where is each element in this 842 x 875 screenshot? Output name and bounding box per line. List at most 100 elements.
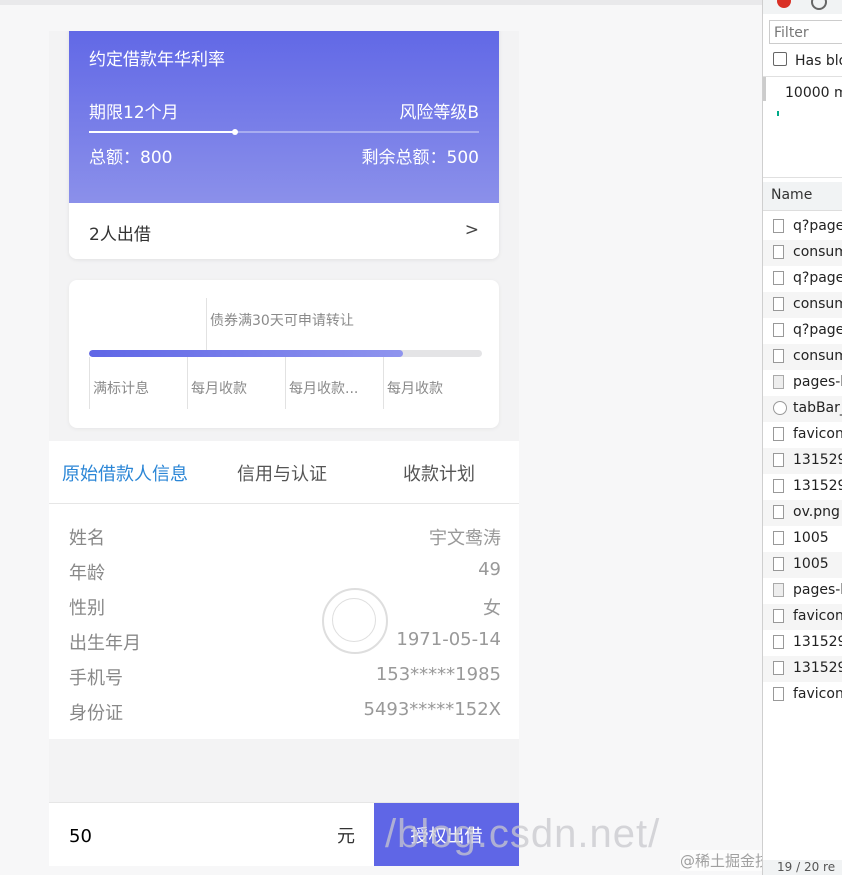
timeline-label: 10000 m bbox=[785, 85, 842, 101]
transfer-note: 债券满30天可申请转让 bbox=[210, 313, 354, 329]
request-row[interactable]: 1005 bbox=[763, 552, 842, 578]
file-icon bbox=[773, 297, 784, 311]
request-name: pages-l bbox=[793, 582, 842, 598]
request-row[interactable]: favicon. bbox=[763, 422, 842, 448]
request-row[interactable]: pages-l bbox=[763, 578, 842, 604]
request-row[interactable]: favicon. bbox=[763, 682, 842, 708]
request-row[interactable]: consum bbox=[763, 240, 842, 266]
file-icon bbox=[773, 609, 784, 623]
filter-input[interactable]: Filter bbox=[769, 20, 842, 44]
request-row[interactable]: q?page bbox=[763, 214, 842, 240]
file-icon bbox=[773, 349, 784, 363]
info-value: 宇文鸯涛 bbox=[429, 528, 501, 549]
file-icon bbox=[773, 271, 784, 285]
loan-summary-card: 15% 约定借款年华利率 期限12个月 风险等级B 总额：800 剩余总额：50… bbox=[69, 31, 499, 259]
request-name: q?page bbox=[793, 322, 842, 338]
request-row[interactable]: 131529 bbox=[763, 630, 842, 656]
info-row-id: 身份证 5493*****152X bbox=[69, 699, 501, 727]
repayment-progress-fill bbox=[89, 350, 404, 357]
tab-repayment-plan[interactable]: 收款计划 bbox=[403, 460, 475, 486]
request-row[interactable]: 131529 bbox=[763, 656, 842, 682]
request-row[interactable]: consum bbox=[763, 292, 842, 318]
risk-level: 风险等级B bbox=[399, 103, 479, 123]
clear-icon[interactable] bbox=[811, 0, 827, 10]
request-name: tabBar_ bbox=[793, 400, 842, 416]
request-row[interactable]: pages-l bbox=[763, 370, 842, 396]
request-row[interactable]: consum bbox=[763, 344, 842, 370]
name-column-header[interactable]: Name bbox=[763, 182, 842, 211]
mobile-viewport: 15% 约定借款年华利率 期限12个月 风险等级B 总额：800 剩余总额：50… bbox=[49, 31, 519, 866]
file-icon bbox=[773, 219, 784, 233]
lenders-row[interactable]: 2人出借 > bbox=[69, 203, 499, 259]
request-row[interactable]: favicon. bbox=[763, 604, 842, 630]
request-row[interactable]: ov.png bbox=[763, 500, 842, 526]
progress-step-label: 每月收款 bbox=[387, 381, 443, 397]
info-key: 手机号 bbox=[69, 668, 123, 689]
request-name: 1005 bbox=[793, 530, 829, 546]
progress-marker-line bbox=[206, 298, 207, 350]
annual-rate-value: 15% bbox=[89, 31, 170, 39]
request-row[interactable]: 131529 bbox=[763, 448, 842, 474]
annual-rate-label: 约定借款年华利率 bbox=[89, 50, 225, 70]
progress-step-label: 满标计息 bbox=[93, 381, 149, 397]
request-name: favicon. bbox=[793, 686, 842, 702]
file-icon bbox=[773, 245, 784, 259]
file-icon bbox=[773, 323, 784, 337]
name-header-label: Name bbox=[771, 187, 813, 203]
request-name: favicon. bbox=[793, 608, 842, 624]
request-row[interactable]: 1005 bbox=[763, 526, 842, 552]
lenders-count: 2人出借 bbox=[89, 225, 151, 245]
file-icon bbox=[773, 531, 784, 545]
has-blocked-checkbox[interactable]: Has blo bbox=[773, 52, 842, 69]
funding-progress-fill bbox=[89, 131, 236, 133]
tab-credit-auth[interactable]: 信用与认证 bbox=[237, 460, 327, 486]
amount-input[interactable] bbox=[67, 821, 321, 851]
borrower-info-list: 姓名 宇文鸯涛 年龄 49 性别 女 出生年月 1971-05-14 手机号 1… bbox=[49, 504, 519, 739]
info-value: 1971-05-14 bbox=[396, 629, 501, 650]
request-name: favicon. bbox=[793, 426, 842, 442]
info-row-gender: 性别 女 bbox=[69, 594, 501, 622]
file-icon bbox=[773, 375, 784, 389]
loan-total: 总额：800 bbox=[89, 148, 173, 168]
info-value: 153*****1985 bbox=[375, 664, 501, 685]
info-key: 姓名 bbox=[69, 528, 105, 549]
file-icon bbox=[773, 557, 784, 571]
request-name: 131529 bbox=[793, 660, 842, 676]
request-row[interactable]: q?page bbox=[763, 318, 842, 344]
network-timeline: 10000 m bbox=[763, 76, 842, 178]
funding-progress-dot bbox=[232, 129, 239, 135]
record-icon[interactable] bbox=[777, 0, 791, 8]
file-icon bbox=[773, 583, 784, 597]
file-icon bbox=[773, 687, 784, 701]
request-name: 1005 bbox=[793, 556, 829, 572]
info-value: 女 bbox=[483, 598, 501, 619]
tab-borrower-info[interactable]: 原始借款人信息 bbox=[62, 460, 188, 486]
progress-step-label: 每月收款... bbox=[289, 381, 359, 397]
file-icon bbox=[773, 427, 784, 441]
request-row[interactable]: tabBar_ bbox=[763, 396, 842, 422]
request-name: consum bbox=[793, 348, 842, 364]
detail-tabs: 原始借款人信息 信用与认证 收款计划 bbox=[49, 441, 519, 504]
info-key: 性别 bbox=[69, 598, 105, 619]
info-value: 5493*****152X bbox=[363, 699, 502, 720]
request-name: pages-l bbox=[793, 374, 842, 390]
loan-header: 15% 约定借款年华利率 期限12个月 风险等级B 总额：800 剩余总额：50… bbox=[69, 31, 499, 203]
progress-step-label: 每月收款 bbox=[191, 381, 247, 397]
request-name: consum bbox=[793, 244, 842, 260]
browser-top-strip bbox=[0, 0, 762, 5]
request-name: consum bbox=[793, 296, 842, 312]
request-row[interactable]: q?page bbox=[763, 266, 842, 292]
request-row[interactable]: 131529 bbox=[763, 474, 842, 500]
file-icon bbox=[773, 505, 784, 519]
request-name: 131529 bbox=[793, 452, 842, 468]
progress-step: 每月收款... bbox=[285, 357, 358, 409]
file-icon bbox=[773, 635, 784, 649]
devtools-toolbar bbox=[763, 0, 842, 14]
request-name: q?page bbox=[793, 218, 842, 234]
loan-remaining: 剩余总额：500 bbox=[361, 148, 479, 168]
request-name: 131529 bbox=[793, 478, 842, 494]
info-key: 年龄 bbox=[69, 563, 105, 584]
has-blocked-label: Has blo bbox=[795, 53, 842, 69]
seal-watermark-icon bbox=[322, 588, 388, 654]
info-value: 49 bbox=[478, 559, 501, 580]
